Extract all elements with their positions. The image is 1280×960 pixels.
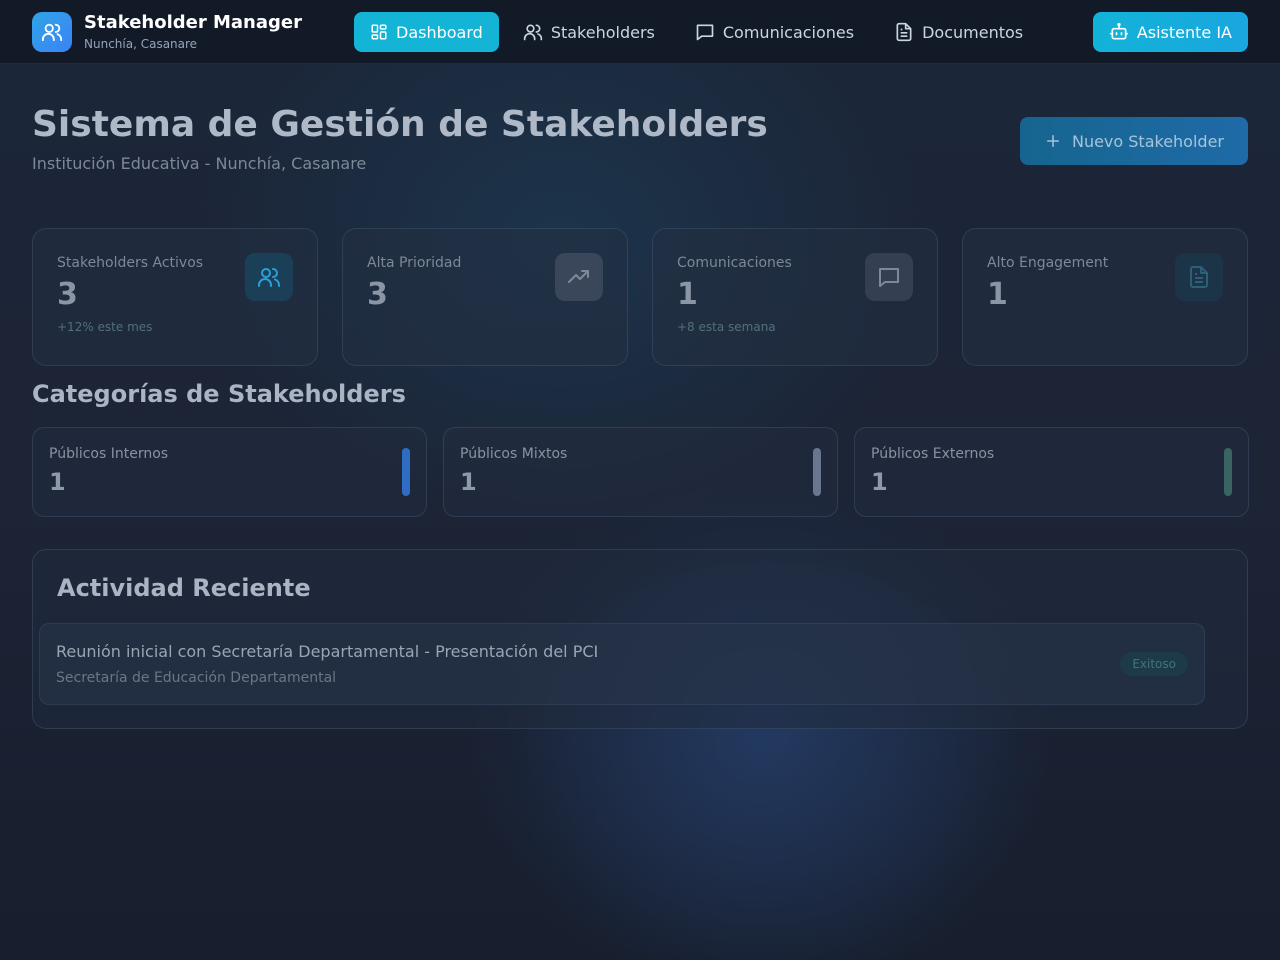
stat-note: +8 esta semana <box>677 320 776 334</box>
top-navbar: Stakeholder Manager Nunchía, Casanare Da… <box>0 0 1280 64</box>
nav-documentos-label: Documentos <box>922 22 1024 42</box>
category-label: Públicos Internos <box>49 446 169 462</box>
document-icon <box>1175 253 1223 301</box>
nav-stakeholders-label: Stakeholders <box>550 22 655 42</box>
document-icon <box>896 22 912 42</box>
stat-card-communications: Comunicaciones 1 +8 esta semana <box>652 228 938 366</box>
brand-subtitle: Nunchía, Casanare <box>84 36 198 51</box>
category-value: 1 <box>460 468 477 496</box>
page-title: Sistema de Gestión de Stakeholders <box>32 104 768 145</box>
dashboard-icon <box>371 24 387 40</box>
stats-row: Stakeholders Activos 3 +12% este mes Alt… <box>32 228 1248 366</box>
nav-comunicaciones[interactable]: Comunicaciones <box>679 12 870 52</box>
app-root: Stakeholder Manager Nunchía, Casanare Da… <box>0 0 1280 729</box>
nav-dashboard[interactable]: Dashboard <box>354 12 499 52</box>
category-card-internal[interactable]: Públicos Internos 1 <box>32 427 427 517</box>
brand[interactable]: Stakeholder Manager Nunchía, Casanare <box>32 11 302 52</box>
page-header: Sistema de Gestión de Stakeholders Insti… <box>0 64 1280 228</box>
users-icon <box>523 24 542 41</box>
plus-icon <box>1046 135 1059 147</box>
nav-comunicaciones-label: Comunicaciones <box>722 22 855 42</box>
nav-stakeholders[interactable]: Stakeholders <box>507 12 671 52</box>
brand-title: Stakeholder Manager <box>84 11 302 33</box>
message-icon <box>865 253 913 301</box>
category-color-bar <box>402 448 410 496</box>
category-card-external[interactable]: Públicos Externos 1 <box>854 427 1249 517</box>
bot-icon <box>1109 22 1128 40</box>
activity-item-subtitle: Secretaría de Educación Departamental <box>56 670 337 686</box>
activity-item[interactable]: Reunión inicial con Secretaría Departame… <box>39 623 1205 705</box>
category-label: Públicos Externos <box>871 446 995 462</box>
users-icon <box>245 253 293 301</box>
users-icon <box>32 11 72 52</box>
category-value: 1 <box>871 468 888 496</box>
stat-card-engagement: Alto Engagement 1 <box>962 228 1248 366</box>
trending-up-icon <box>555 253 603 301</box>
nav-dashboard-label: Dashboard <box>396 22 483 42</box>
recent-activity-title: Actividad Reciente <box>57 574 311 602</box>
category-value: 1 <box>49 468 66 496</box>
new-stakeholder-button[interactable]: Nuevo Stakeholder <box>1019 117 1248 165</box>
activity-item-title: Reunión inicial con Secretaría Departame… <box>56 642 599 661</box>
recent-activity-panel: Actividad Reciente Reunión inicial con S… <box>32 549 1248 729</box>
ai-assistant-button[interactable]: Asistente IA <box>1092 12 1248 52</box>
ai-assistant-label: Asistente IA <box>1136 22 1232 42</box>
categories-title: Categorías de Stakeholders <box>32 380 406 408</box>
new-stakeholder-label: Nuevo Stakeholder <box>1071 131 1224 151</box>
stat-card-active: Stakeholders Activos 3 +12% este mes <box>32 228 318 366</box>
main-nav: Dashboard Stakeholders Comunicaciones Do… <box>354 12 1047 52</box>
status-badge: Exitoso <box>1120 652 1188 676</box>
page-subtitle: Institución Educativa - Nunchía, Casanar… <box>32 154 367 173</box>
category-color-bar <box>1224 448 1232 496</box>
stat-card-priority: Alta Prioridad 3 <box>342 228 628 366</box>
category-label: Públicos Mixtos <box>460 446 568 462</box>
nav-documentos[interactable]: Documentos <box>878 12 1039 52</box>
category-card-mixed[interactable]: Públicos Mixtos 1 <box>443 427 838 517</box>
message-icon <box>696 24 714 41</box>
categories-row: Públicos Internos 1 Públicos Mixtos 1 Pú… <box>32 427 1249 517</box>
stat-note: +12% este mes <box>57 320 153 334</box>
category-color-bar <box>813 448 821 496</box>
